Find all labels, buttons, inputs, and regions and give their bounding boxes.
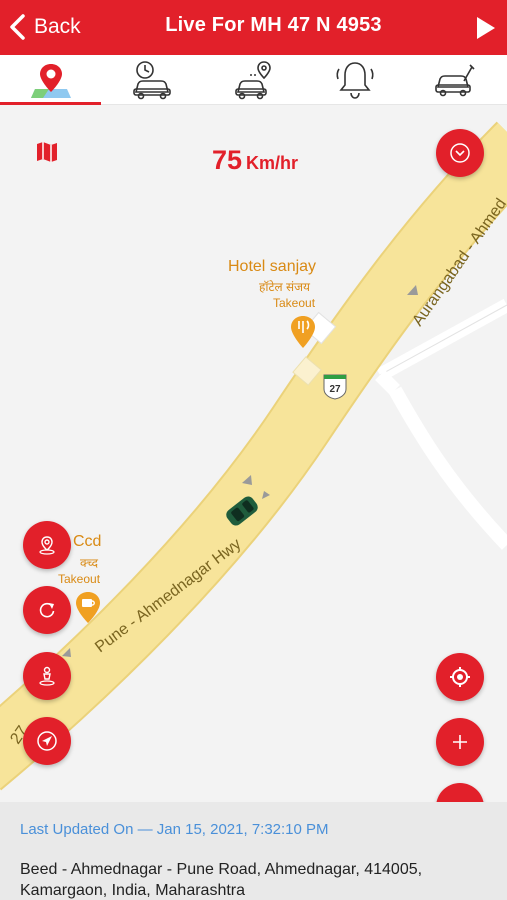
car-history-clock-icon <box>133 60 171 99</box>
tab-bar <box>0 55 507 105</box>
car-route-pin-icon <box>234 60 271 99</box>
vehicle-address: Beed - Ahmednagar - Pune Road, Ahmednaga… <box>20 859 490 900</box>
street-view-button[interactable] <box>23 652 71 700</box>
tab-vehicle-service[interactable] <box>406 55 507 104</box>
live-tracking-screen: Back Live For MH 47 N 4953 Pune - Ahmedn… <box>0 0 507 900</box>
back-label: Back <box>34 15 81 38</box>
tab-live-map[interactable] <box>0 55 102 105</box>
poi-hotel-tag: Takeout <box>273 296 316 310</box>
person-pin-icon <box>39 666 55 686</box>
poi-ccd-local-name: क्च्द <box>80 556 99 570</box>
map-view[interactable]: Pune - Ahmednagar Hwy Aurangabad - Ahmed… <box>0 105 507 802</box>
navigate-button[interactable] <box>23 717 71 765</box>
speed-value: 75 <box>211 145 243 175</box>
back-button[interactable]: Back <box>8 10 81 44</box>
vehicle-info-panel: Last Updated On — Jan 15, 2021, 7:32:10 … <box>0 802 507 900</box>
crosshair-target-icon <box>450 667 470 687</box>
highway-shield-number: 27 <box>329 384 341 395</box>
poi-hotel-local-name: हॉटेल संजय <box>259 280 310 294</box>
top-bar: Back Live For MH 47 N 4953 <box>0 0 507 55</box>
chevron-down-circle-icon <box>450 143 470 163</box>
location-pin-button[interactable] <box>23 521 71 569</box>
chevron-left-icon <box>10 14 25 40</box>
play-icon[interactable] <box>475 15 497 41</box>
location-pin-icon <box>39 536 55 555</box>
map-fold-icon <box>37 142 57 162</box>
car-service-wrench-icon <box>435 63 475 96</box>
navigation-arrow-icon <box>37 731 57 751</box>
speed-unit: Km/hr <box>246 153 299 173</box>
last-updated-text: Last Updated On — Jan 15, 2021, 7:32:10 … <box>20 821 329 838</box>
speed-readout: 75 Km/hr <box>150 145 360 176</box>
collapse-dropdown-button[interactable] <box>436 129 484 177</box>
bell-alert-icon <box>336 61 374 99</box>
address-line-1: Beed - Ahmednagar - Pune Road, Ahmednaga… <box>20 861 423 878</box>
tab-route-tracking[interactable] <box>203 55 304 104</box>
poi-hotel-name: Hotel sanjay <box>228 258 317 275</box>
zoom-in-button[interactable] <box>436 718 484 766</box>
refresh-icon <box>39 602 55 618</box>
map-layers-button[interactable] <box>24 129 70 175</box>
address-line-2: Kamargaon, India, Maharashtra <box>20 882 246 899</box>
map-location-icon <box>30 63 71 98</box>
poi-ccd-tag: Takeout <box>58 572 101 586</box>
tab-trip-history[interactable] <box>101 55 202 104</box>
poi-ccd-name: Ccd <box>73 533 102 550</box>
page-title: Live For MH 47 N 4953 <box>165 14 382 36</box>
tab-alerts[interactable] <box>304 55 405 104</box>
refresh-button[interactable] <box>23 586 71 634</box>
plus-icon <box>453 735 467 749</box>
map-canvas: Pune - Ahmednagar Hwy Aurangabad - Ahmed… <box>0 121 507 791</box>
recenter-button[interactable] <box>436 653 484 701</box>
